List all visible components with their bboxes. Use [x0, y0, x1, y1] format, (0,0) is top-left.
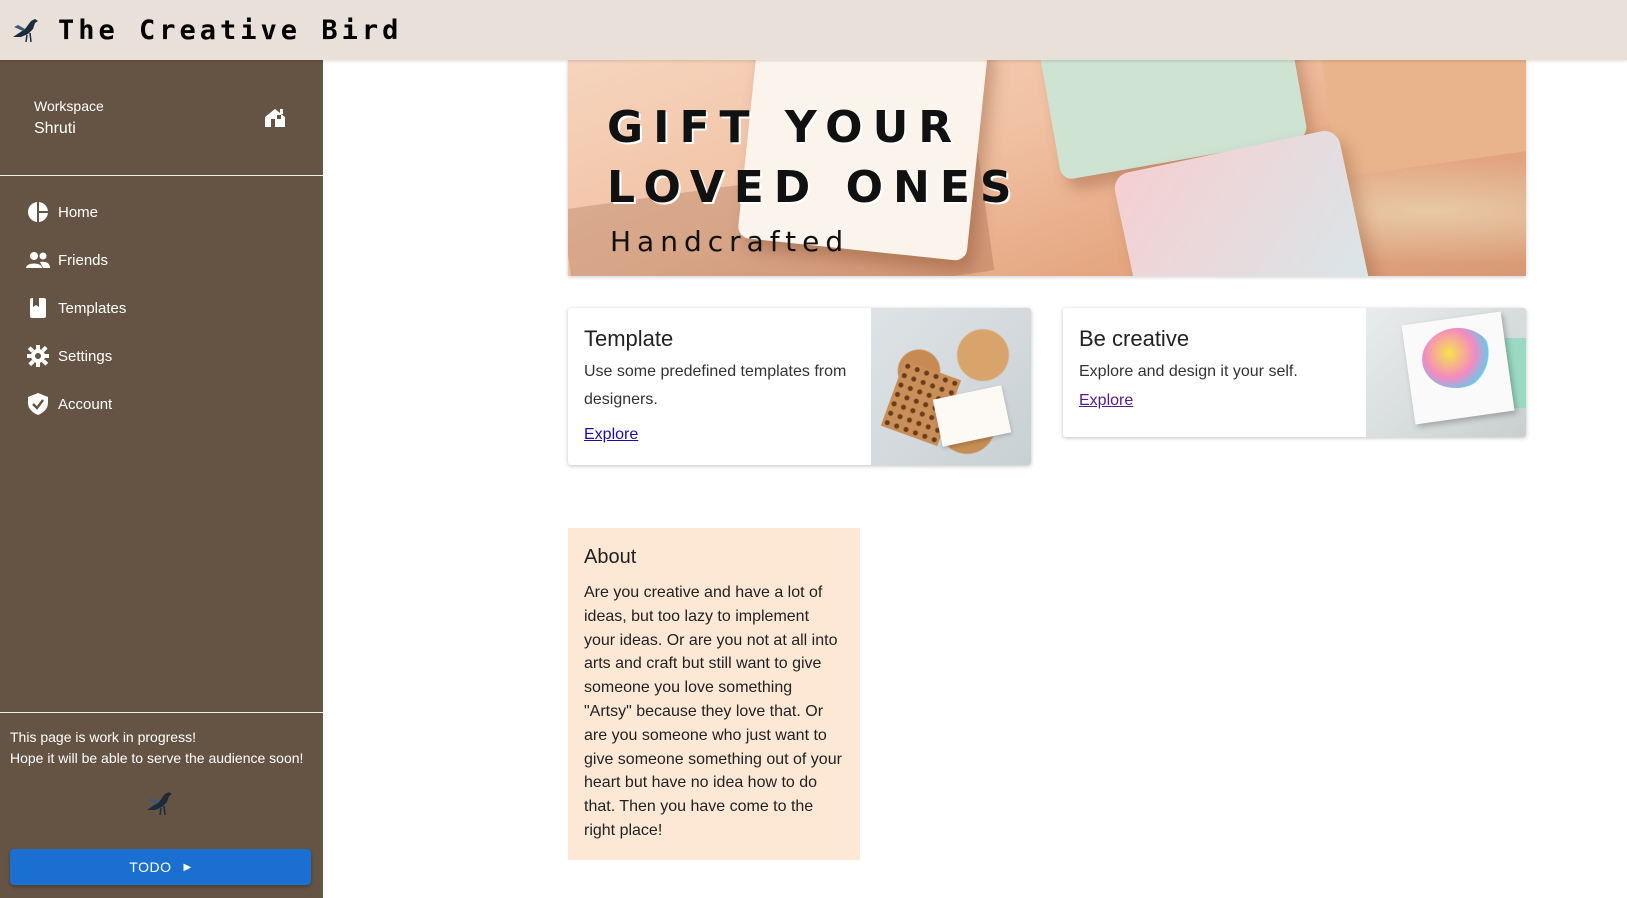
workspace-panel: Workspace Shruti [0, 60, 323, 176]
pie-chart-icon [26, 200, 50, 224]
workspace-label: Workspace [34, 97, 104, 114]
be-creative-card-title: Be creative [1079, 326, 1190, 351]
sidebar-nav: Home Friends Templates Settings Account [0, 176, 323, 428]
template-card: Template Use some predefined templates f… [568, 308, 1031, 465]
be-creative-explore-link[interactable]: Explore [1079, 392, 1133, 410]
sidebar-item-label: Account [58, 395, 113, 413]
caret-right-icon: ▶ [183, 861, 192, 873]
banner-headline-line2: LOVED ONES [607, 162, 1022, 213]
about-title: About [584, 546, 637, 568]
bookmark-book-icon [26, 296, 50, 320]
template-explore-link[interactable]: Explore [584, 426, 638, 444]
sidebar-item-friends[interactable]: Friends [0, 236, 323, 284]
top-app-bar: The Creative Bird [0, 0, 1627, 60]
be-creative-card-image [1366, 308, 1526, 437]
sidebar-item-label: Settings [58, 347, 113, 365]
sidebar-item-settings[interactable]: Settings [0, 332, 323, 380]
verified-shield-icon [26, 392, 50, 416]
gear-icon [26, 344, 50, 368]
footer-bird-logo-icon [10, 773, 313, 833]
wip-message-line2: Hope it will be able to serve the audien… [10, 750, 304, 766]
sidebar-footer: This page is work in progress! Hope it w… [0, 712, 323, 885]
template-card-text: Use some predefined templates from desig… [584, 363, 847, 408]
about-text: Are you creative and have a lot of ideas… [584, 584, 842, 839]
be-creative-card: Be creative Explore and design it your s… [1063, 308, 1526, 437]
people-icon [26, 248, 50, 272]
banner-headline: GIFT YOUR LOVED ONES [607, 98, 1022, 218]
about-section: About Are you creative and have a lot of… [568, 528, 860, 860]
template-card-title: Template [584, 326, 674, 351]
sidebar-item-templates[interactable]: Templates [0, 284, 323, 332]
todo-button-label: TODO [129, 859, 172, 875]
be-creative-card-body: Be creative Explore and design it your s… [1063, 308, 1366, 437]
workspace-name: Shruti [34, 119, 76, 137]
sidebar-item-label: Templates [58, 299, 127, 317]
banner-headline-line1: GIFT YOUR [607, 102, 963, 153]
todo-button[interactable]: TODO ▶ [10, 849, 311, 885]
sidebar-item-label: Home [58, 203, 99, 221]
banner-subtitle: Handcrafted [610, 225, 850, 258]
sidebar-item-label: Friends [58, 251, 109, 269]
template-card-image [871, 308, 1031, 465]
home-switch-icon[interactable] [261, 104, 289, 132]
app-title: The Creative Bird [58, 14, 403, 46]
template-card-body: Template Use some predefined templates f… [568, 308, 871, 465]
workspace-info: Workspace Shruti [34, 98, 104, 138]
wip-message-line1: This page is work in progress! [10, 729, 196, 745]
sidebar: Workspace Shruti Home Friends Templates … [0, 60, 323, 898]
sidebar-item-account[interactable]: Account [0, 380, 323, 428]
sidebar-item-home[interactable]: Home [0, 188, 323, 236]
hero-banner: GIFT YOUR LOVED ONES Handcrafted [568, 60, 1526, 276]
bird-logo-icon[interactable] [10, 12, 46, 48]
be-creative-card-text: Explore and design it your self. [1079, 363, 1298, 380]
